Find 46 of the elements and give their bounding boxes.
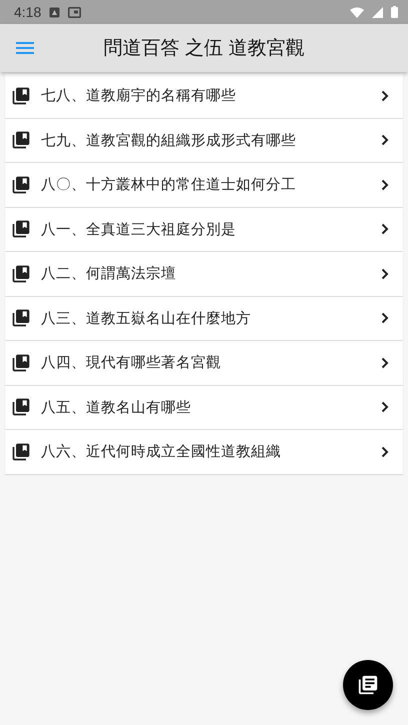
- wifi-icon: [350, 6, 364, 18]
- library-icon: [11, 308, 31, 328]
- item-label: 八二、何謂萬法宗壇: [41, 264, 177, 284]
- chevron-right-icon: [381, 90, 389, 102]
- item-label: 八一、全真道三大祖庭分別是: [41, 220, 237, 239]
- library-icon: [11, 219, 31, 240]
- list-item[interactable]: 八一、全真道三大祖庭分別是: [5, 208, 403, 251]
- list-item[interactable]: 八四、現代有哪些著名宮觀: [5, 341, 403, 384]
- list-item[interactable]: 八〇、十方叢林中的常住道士如何分工: [5, 163, 403, 206]
- chevron-right-icon: [381, 356, 389, 369]
- chevron-right-icon: [381, 312, 389, 324]
- item-label: 八〇、十方叢林中的常住道士如何分工: [41, 176, 297, 194]
- item-label: 八四、現代有哪些著名宮觀: [41, 354, 222, 372]
- status-time: 4:18: [14, 4, 42, 20]
- notification-icon: [68, 6, 82, 18]
- app-title: 問道百答 之伍 道教宮觀: [102, 37, 306, 61]
- list-item[interactable]: 七九、道教宮觀的組織形成形式有哪些: [5, 118, 403, 162]
- library-icon: [11, 442, 31, 462]
- chevron-right-icon: [381, 178, 389, 191]
- item-label: 八五、道教名山有哪些: [41, 398, 192, 417]
- library-icon: [11, 130, 31, 150]
- item-label: 七八、道教廟宇的名稱有哪些: [41, 86, 237, 106]
- notification-icon: [49, 6, 60, 18]
- list-item[interactable]: 八二、何謂萬法宗壇: [5, 252, 403, 296]
- item-label: 八六、近代何時成立全國性道教組織: [41, 442, 282, 462]
- library-icon: [11, 397, 31, 418]
- library-icon: [11, 264, 31, 284]
- floating-action-button[interactable]: [343, 660, 393, 710]
- list-item[interactable]: 八六、近代何時成立全國性道教組織: [5, 430, 403, 474]
- library-icon: [11, 86, 31, 106]
- menu-icon: [16, 42, 34, 54]
- chevron-right-icon: [381, 446, 389, 458]
- chevron-right-icon: [381, 268, 389, 280]
- library-icon: [357, 674, 379, 696]
- chevron-right-icon: [381, 223, 389, 236]
- list-item[interactable]: 八五、道教名山有哪些: [5, 386, 403, 429]
- chevron-right-icon: [381, 401, 389, 414]
- signal-icon: [372, 6, 383, 18]
- item-label: 八三、道教五嶽名山在什麼地方: [41, 310, 252, 328]
- library-icon: [11, 174, 31, 195]
- item-label: 七九、道教宮觀的組織形成形式有哪些: [41, 132, 297, 150]
- list-item[interactable]: 七八、道教廟宇的名稱有哪些: [5, 74, 403, 118]
- library-icon: [11, 352, 31, 373]
- battery-icon: [391, 6, 398, 18]
- chevron-right-icon: [381, 134, 389, 146]
- list-item[interactable]: 八三、道教五嶽名山在什麼地方: [5, 296, 403, 340]
